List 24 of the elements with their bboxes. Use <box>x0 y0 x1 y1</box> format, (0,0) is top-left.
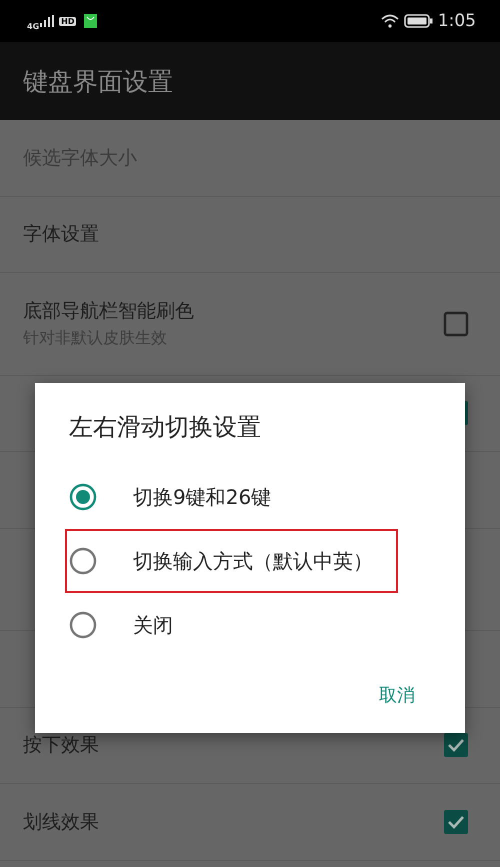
radio-option[interactable]: 切换9键和26键 <box>67 467 396 527</box>
signal-icon <box>40 15 54 27</box>
radio-option[interactable]: 关闭 <box>67 595 396 655</box>
setting-title: 按下效果 <box>23 733 99 758</box>
radio-icon <box>69 611 97 639</box>
radio-option[interactable]: 切换输入方式（默认中英） <box>67 531 396 591</box>
network-label: 4G <box>27 22 40 30</box>
settings-row[interactable]: 划线效果 <box>0 784 500 860</box>
checkbox[interactable] <box>443 310 469 337</box>
dialog-title: 左右滑动切换设置 <box>69 412 262 443</box>
wifi-icon <box>380 14 399 28</box>
checked-checkbox[interactable] <box>443 808 469 835</box>
setting-title: 划线效果 <box>23 810 99 835</box>
settings-row[interactable]: 字体设置 <box>0 196 500 273</box>
bag-icon <box>84 14 98 28</box>
radio-selected-icon <box>69 483 97 511</box>
hd-label: HD <box>59 16 76 26</box>
setting-title: 字体设置 <box>23 222 99 248</box>
screen-title: 键盘界面设置 <box>23 66 173 98</box>
battery-icon <box>404 14 433 28</box>
radio-icon <box>69 547 97 575</box>
setting-title: 底部导航栏智能刷色 <box>23 299 194 324</box>
checked-checkbox[interactable] <box>443 732 469 758</box>
clock-time: 1:05 <box>438 11 476 31</box>
